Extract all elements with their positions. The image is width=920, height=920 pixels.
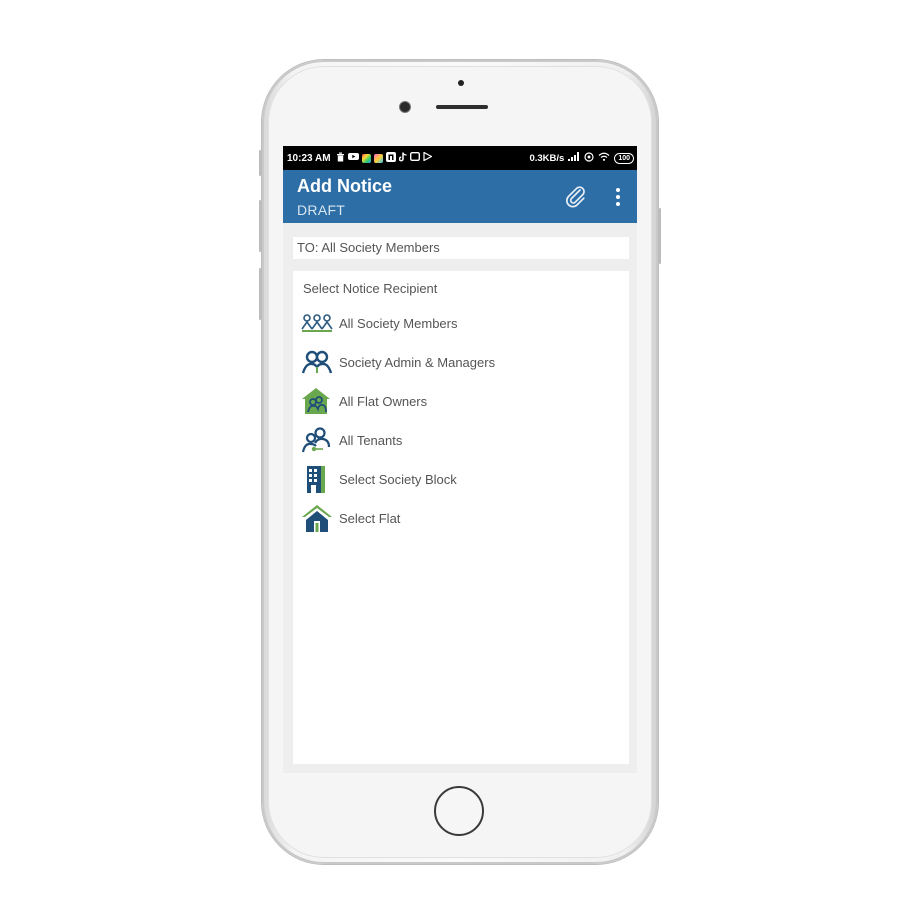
page-title: Add Notice — [297, 176, 393, 196]
volume-down-button — [259, 268, 262, 320]
signal-icon — [568, 152, 580, 164]
app-notification-icon — [361, 153, 371, 163]
mute-switch — [259, 150, 262, 176]
recipient-selection-card: Select Notice Recipient All Society Memb… — [293, 271, 629, 764]
proximity-sensor — [458, 80, 464, 86]
recipient-option-flat[interactable]: Select Flat — [301, 502, 621, 534]
app-screen: 10:23 AM 0.3KB/s 100 Add Notice DRAFT TO… — [283, 146, 637, 773]
recipient-option-label: Society Admin & Managers — [339, 354, 496, 370]
app-bar: Add Notice DRAFT — [283, 170, 637, 223]
front-camera — [400, 102, 410, 112]
page-subtitle: DRAFT — [297, 202, 346, 218]
volume-up-button — [259, 200, 262, 252]
paperclip-icon[interactable] — [563, 184, 589, 210]
network-speed: 0.3KB/s — [529, 152, 565, 164]
admin-managers-icon — [301, 347, 335, 377]
building-block-icon — [301, 464, 335, 494]
play-store-icon — [422, 151, 433, 164]
power-button — [658, 208, 661, 264]
group-members-icon — [301, 308, 335, 338]
message-icon — [409, 151, 420, 164]
recipient-option-admin-managers[interactable]: Society Admin & Managers — [301, 346, 621, 378]
hotspot-icon — [584, 151, 594, 165]
trash-icon — [336, 152, 345, 165]
house-icon — [301, 503, 335, 533]
recipient-option-label: All Tenants — [339, 432, 403, 448]
flat-owners-icon — [301, 386, 335, 416]
recipient-option-flat-owners[interactable]: All Flat Owners — [301, 385, 621, 417]
recipient-option-tenants[interactable]: All Tenants — [301, 424, 621, 456]
tenants-icon — [301, 425, 335, 455]
home-button[interactable] — [434, 786, 484, 836]
n-app-icon — [385, 151, 396, 165]
overflow-menu-icon[interactable] — [611, 186, 625, 208]
recipient-option-label: All Society Members — [339, 315, 458, 331]
wifi-icon — [598, 152, 610, 164]
youtube-icon — [347, 152, 359, 164]
recipient-option-label: All Flat Owners — [339, 393, 428, 409]
tiktok-icon — [398, 152, 407, 165]
recipient-option-all-members[interactable]: All Society Members — [301, 307, 621, 339]
battery-indicator: 100 — [614, 152, 634, 164]
recipient-heading: Select Notice Recipient — [303, 281, 438, 296]
to-recipient-field[interactable]: TO: All Society Members — [293, 237, 629, 259]
earpiece-speaker — [436, 105, 488, 109]
status-time: 10:23 AM — [287, 152, 331, 164]
recipient-option-label: Select Society Block — [339, 471, 457, 487]
notification-icons — [336, 151, 433, 165]
status-bar: 10:23 AM 0.3KB/s 100 — [283, 146, 637, 170]
photos-notification-icon — [373, 153, 383, 163]
recipient-option-label: Select Flat — [339, 510, 401, 526]
recipient-option-society-block[interactable]: Select Society Block — [301, 463, 621, 495]
